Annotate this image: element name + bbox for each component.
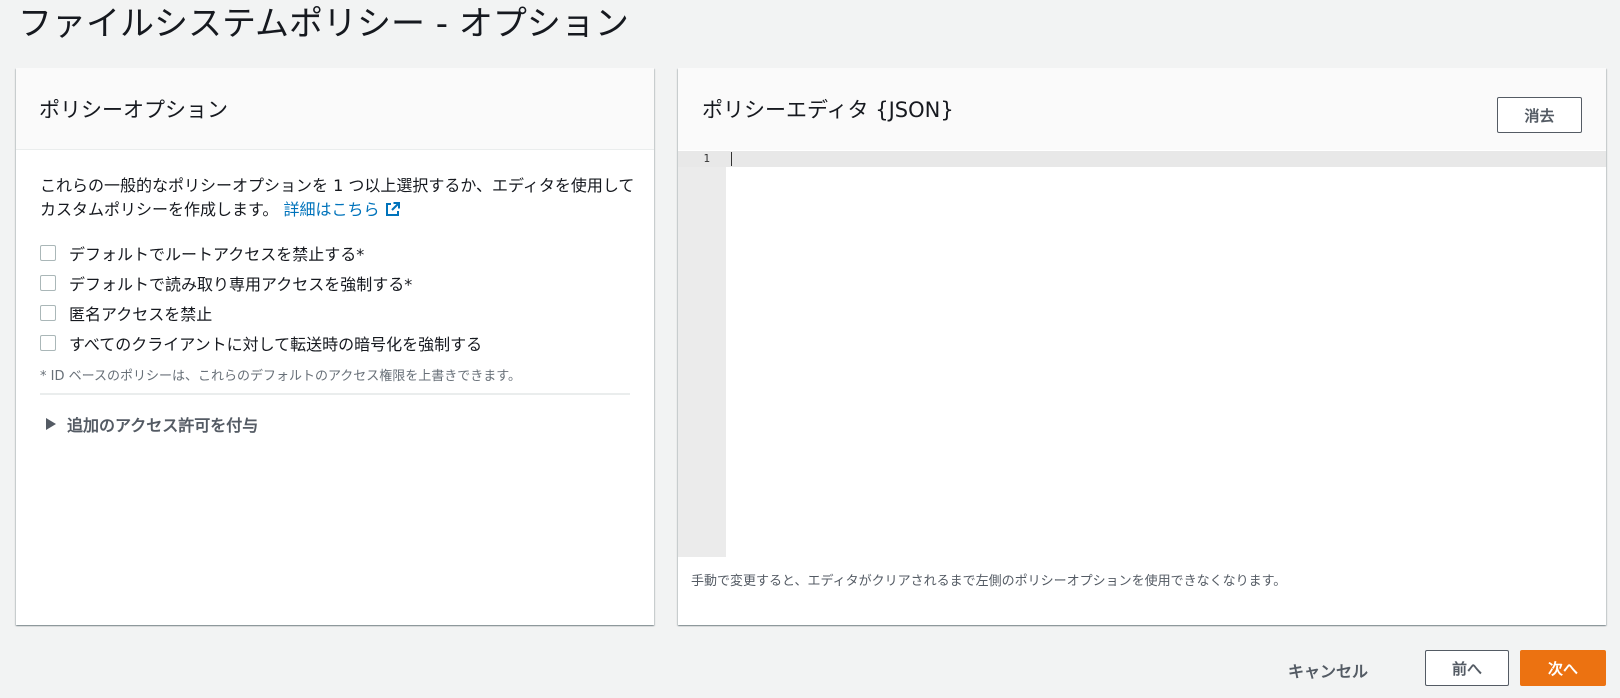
footnote: * ID ベースのポリシーは、これらのデフォルトのアクセス権限を上書きできます。 <box>40 369 522 384</box>
policy-options-title: ポリシーオプション <box>39 98 228 122</box>
editor-gutter <box>678 151 726 557</box>
previous-button[interactable]: 前へ <box>1425 650 1509 686</box>
next-button[interactable]: 次へ <box>1520 650 1606 686</box>
option-enforce-read-only[interactable]: デフォルトで読み取り専用アクセスを強制する* <box>40 268 482 298</box>
option-enforce-encryption-in-transit[interactable]: すべてのクライアントに対して転送時の暗号化を強制する <box>40 328 482 358</box>
cancel-button[interactable]: キャンセル <box>1273 652 1383 688</box>
policy-options-panel: ポリシーオプション これらの一般的なポリシーオプションを 1 つ以上選択するか、… <box>16 68 654 625</box>
external-link-icon <box>384 201 401 218</box>
checkbox[interactable] <box>40 245 56 261</box>
policy-options-list: デフォルトでルートアクセスを禁止する* デフォルトで読み取り専用アクセスを強制す… <box>40 238 482 358</box>
learn-more-label: 詳細はこちら <box>283 200 380 219</box>
divider <box>40 393 630 395</box>
policy-options-description: これらの一般的なポリシーオプションを 1 つ以上選択するか、エディタを使用してカ… <box>40 174 640 222</box>
option-label: すべてのクライアントに対して転送時の暗号化を強制する <box>69 335 483 354</box>
checkbox[interactable] <box>40 275 56 291</box>
checkbox[interactable] <box>40 335 56 351</box>
clear-button[interactable]: 消去 <box>1497 97 1582 133</box>
policy-options-header: ポリシーオプション <box>16 68 654 150</box>
active-line-highlight <box>678 151 1606 167</box>
caret-right-icon <box>46 418 56 430</box>
option-label: 匿名アクセスを禁止 <box>69 305 213 324</box>
learn-more-link[interactable]: 詳細はこちら <box>284 200 401 219</box>
option-block-anonymous[interactable]: 匿名アクセスを禁止 <box>40 298 482 328</box>
option-label: デフォルトで読み取り専用アクセスを強制する* <box>69 275 413 294</box>
line-number: 1 <box>703 152 710 165</box>
text-cursor <box>731 152 732 166</box>
checkbox[interactable] <box>40 305 56 321</box>
option-block-root-access[interactable]: デフォルトでルートアクセスを禁止する* <box>40 238 482 268</box>
editor-note: 手動で変更すると、エディタがクリアされるまで左側のポリシーオプションを使用できな… <box>691 574 1287 589</box>
policy-editor-title: ポリシーエディタ {JSON} <box>702 98 954 122</box>
grant-additional-permissions-expander[interactable]: 追加のアクセス許可を付与 <box>46 412 258 436</box>
json-editor[interactable]: 1 <box>678 151 1606 557</box>
policy-editor-panel: ポリシーエディタ {JSON} 消去 1 手動で変更すると、エディタがクリアされ… <box>678 68 1606 625</box>
option-label: デフォルトでルートアクセスを禁止する* <box>69 245 365 264</box>
expander-label: 追加のアクセス許可を付与 <box>67 416 259 435</box>
page-title: ファイルシステムポリシー - オプション <box>18 4 629 44</box>
policy-editor-header: ポリシーエディタ {JSON} 消去 <box>678 68 1606 150</box>
